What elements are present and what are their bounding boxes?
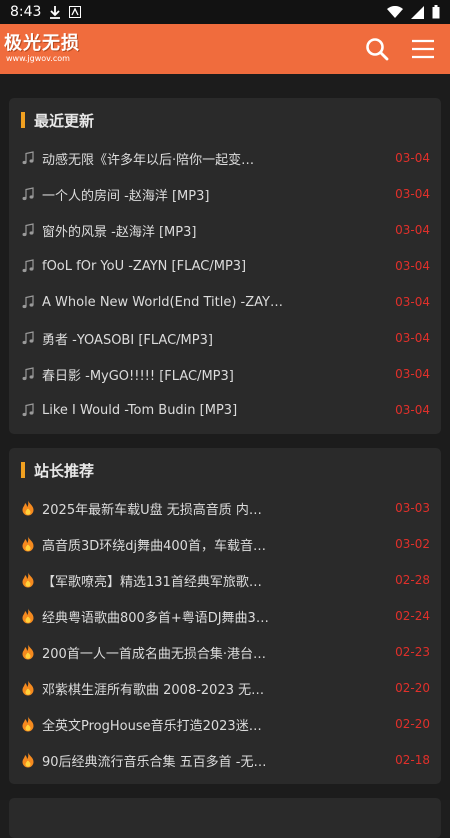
download-icon bbox=[49, 5, 61, 19]
item-title: 勇者 -YOASOBI [FLAC/MP3] bbox=[42, 332, 213, 348]
fire-icon bbox=[20, 644, 36, 660]
item-date: 02-20 bbox=[395, 681, 430, 695]
list-item[interactable]: A Whole New World(End Title) -ZAY… 03-04 bbox=[9, 284, 441, 320]
music-note-icon bbox=[20, 402, 36, 418]
music-note-icon bbox=[20, 150, 36, 166]
item-date: 03-02 bbox=[395, 537, 430, 551]
section-title: 站长推荐 bbox=[34, 461, 95, 480]
item-title: A Whole New World(End Title) -ZAY… bbox=[42, 294, 283, 310]
item-date: 02-23 bbox=[395, 645, 430, 659]
item-date: 03-03 bbox=[395, 501, 430, 515]
list-item[interactable]: 春日影 -MyGO!!!!! [FLAC/MP3] 03-04 bbox=[9, 356, 441, 392]
list-item[interactable]: Like I Would -Tom Budin [MP3] 03-04 bbox=[9, 392, 441, 428]
item-title: 邓紫棋生涯所有歌曲 2008-2023 无… bbox=[42, 682, 265, 698]
list-item[interactable]: 高音质3D环绕dj舞曲400首，车载音… 03-02 bbox=[9, 526, 441, 562]
item-date: 03-04 bbox=[395, 187, 430, 201]
search-icon bbox=[366, 38, 389, 61]
fire-icon bbox=[20, 680, 36, 696]
logo-domain: www.jgwov.com bbox=[6, 54, 70, 63]
item-date: 02-18 bbox=[395, 753, 430, 767]
item-date: 03-04 bbox=[395, 151, 430, 165]
item-title: 90后经典流行音乐合集 五百多首 -无… bbox=[42, 754, 267, 770]
wifi-icon bbox=[387, 5, 403, 19]
music-note-icon bbox=[20, 186, 36, 202]
battery-icon bbox=[432, 5, 440, 19]
status-time: 8:43 bbox=[10, 4, 42, 20]
fire-icon bbox=[20, 572, 36, 588]
item-title: fOoL fOr YoU -ZAYN [FLAC/MP3] bbox=[42, 258, 247, 274]
item-title: 高音质3D环绕dj舞曲400首，车载音… bbox=[42, 538, 266, 554]
item-title: 2025年最新车载U盘 无损高音质 内… bbox=[42, 502, 262, 518]
item-date: 02-28 bbox=[395, 573, 430, 587]
item-title: 【军歌嘹亮】精选131首经典军旅歌… bbox=[42, 574, 262, 590]
app-header: 极光无损 www.jgwov.com bbox=[0, 24, 450, 74]
status-bar: 8:43 bbox=[0, 0, 450, 24]
music-note-icon bbox=[20, 366, 36, 382]
music-note-icon bbox=[20, 258, 36, 274]
item-date: 03-04 bbox=[395, 295, 430, 309]
menu-button[interactable] bbox=[410, 36, 436, 62]
list-item[interactable]: 全英文ProgHouse音乐打造2023迷… 02-20 bbox=[9, 706, 441, 742]
list-item[interactable]: 一个人的房间 -赵海洋 [MP3] 03-04 bbox=[9, 176, 441, 212]
item-date: 03-04 bbox=[395, 259, 430, 273]
logo-text: 极光无损 bbox=[4, 33, 80, 54]
list-item[interactable]: 经典粤语歌曲800多首+粤语DJ舞曲3… 02-24 bbox=[9, 598, 441, 634]
music-note-icon bbox=[20, 294, 36, 310]
item-title: 春日影 -MyGO!!!!! [FLAC/MP3] bbox=[42, 368, 234, 384]
list-item[interactable]: 2025年最新车载U盘 无损高音质 内… 03-03 bbox=[9, 490, 441, 526]
item-date: 03-04 bbox=[395, 403, 430, 417]
main-content: 最近更新 动感无限《许多年以后·陪你一起变… 03-04 一个人的房间 -赵海洋 [… bbox=[0, 74, 450, 838]
signal-icon bbox=[411, 5, 424, 19]
item-date: 03-04 bbox=[395, 223, 430, 237]
search-button[interactable] bbox=[364, 36, 390, 62]
title-accent-bar bbox=[21, 462, 25, 478]
recent-updates-section: 最近更新 动感无限《许多年以后·陪你一起变… 03-04 一个人的房间 -赵海洋 [… bbox=[9, 98, 441, 434]
item-date: 03-04 bbox=[395, 367, 430, 381]
next-section-card bbox=[9, 798, 441, 838]
fire-icon bbox=[20, 716, 36, 732]
list-item[interactable]: fOoL fOr YoU -ZAYN [FLAC/MP3] 03-04 bbox=[9, 248, 441, 284]
title-accent-bar bbox=[21, 112, 25, 128]
music-note-icon bbox=[20, 222, 36, 238]
admin-recommend-list: 2025年最新车载U盘 无损高音质 内… 03-03 高音质3D环绕dj舞曲400首… bbox=[9, 490, 441, 778]
music-note-icon bbox=[20, 330, 36, 346]
list-item[interactable]: 动感无限《许多年以后·陪你一起变… 03-04 bbox=[9, 140, 441, 176]
item-date: 02-20 bbox=[395, 717, 430, 731]
item-title: 全英文ProgHouse音乐打造2023迷… bbox=[42, 718, 262, 734]
item-title: 动感无限《许多年以后·陪你一起变… bbox=[42, 152, 255, 168]
list-item[interactable]: 【军歌嘹亮】精选131首经典军旅歌… 02-28 bbox=[9, 562, 441, 598]
section-header: 站长推荐 bbox=[9, 456, 441, 484]
section-title: 最近更新 bbox=[34, 111, 95, 130]
fire-icon bbox=[20, 752, 36, 768]
item-title: 200首一人一首成名曲无损合集·港台… bbox=[42, 646, 266, 662]
list-item[interactable]: 邓紫棋生涯所有歌曲 2008-2023 无… 02-20 bbox=[9, 670, 441, 706]
item-title: 窗外的风景 -赵海洋 [MP3] bbox=[42, 224, 197, 240]
section-header: 最近更新 bbox=[9, 106, 441, 134]
item-title: Like I Would -Tom Budin [MP3] bbox=[42, 402, 238, 418]
item-title: 经典粤语歌曲800多首+粤语DJ舞曲3… bbox=[42, 610, 269, 626]
recent-updates-list: 动感无限《许多年以后·陪你一起变… 03-04 一个人的房间 -赵海洋 [MP3] 0… bbox=[9, 140, 441, 428]
list-item[interactable]: 200首一人一首成名曲无损合集·港台… 02-23 bbox=[9, 634, 441, 670]
hamburger-menu-icon bbox=[412, 39, 434, 59]
fire-icon bbox=[20, 500, 36, 516]
app-notification-icon bbox=[69, 6, 82, 18]
list-item[interactable]: 90后经典流行音乐合集 五百多首 -无… 02-18 bbox=[9, 742, 441, 778]
list-item[interactable]: 窗外的风景 -赵海洋 [MP3] 03-04 bbox=[9, 212, 441, 248]
site-logo[interactable]: 极光无损 www.jgwov.com bbox=[4, 29, 154, 69]
fire-icon bbox=[20, 536, 36, 552]
list-item[interactable]: 勇者 -YOASOBI [FLAC/MP3] 03-04 bbox=[9, 320, 441, 356]
admin-recommend-section: 站长推荐 2025年最新车载U盘 无损高音质 内… 03-03 高音质3D环绕dj舞… bbox=[9, 448, 441, 784]
item-date: 03-04 bbox=[395, 331, 430, 345]
item-title: 一个人的房间 -赵海洋 [MP3] bbox=[42, 188, 210, 204]
item-date: 02-24 bbox=[395, 609, 430, 623]
fire-icon bbox=[20, 608, 36, 624]
